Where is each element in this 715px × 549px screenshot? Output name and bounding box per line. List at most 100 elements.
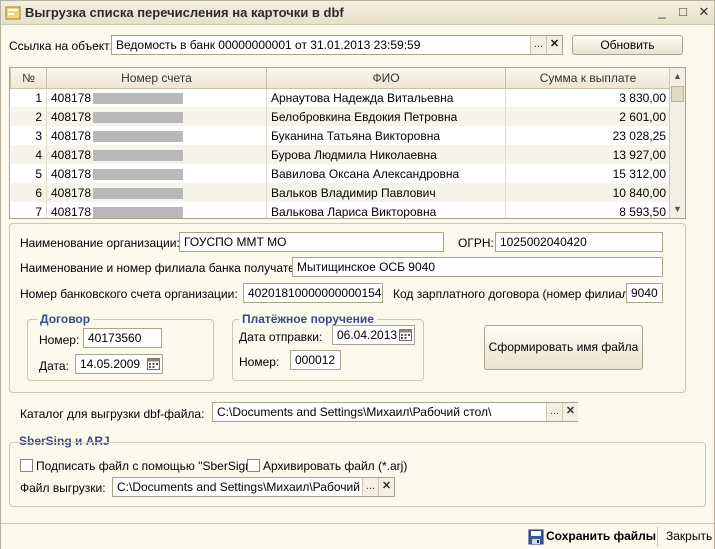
app-icon — [5, 6, 21, 20]
row-fio: Вавилова Оксана Александровна — [266, 164, 506, 183]
close-window-button[interactable]: ✕ — [695, 4, 713, 21]
row-sum: 3 830,00 — [505, 88, 671, 107]
contract-number-field[interactable]: 40173560 — [83, 328, 162, 348]
table-header: № Номер счета ФИО Сумма к выплате — [10, 68, 671, 89]
row-sum: 23 028,25 — [505, 126, 671, 145]
export-file-clear-icon[interactable]: ✕ — [378, 478, 394, 496]
salary-code-value: 9040 — [631, 286, 658, 300]
footer-divider — [657, 527, 658, 547]
export-file-field[interactable]: C:\Documents and Settings\Михаил\Рабочий… — [112, 477, 395, 497]
row-account: 408178 — [46, 183, 267, 202]
row-number: 4 — [10, 145, 47, 164]
col-header-sum[interactable]: Сумма к выплате — [505, 68, 671, 89]
ogrn-value: 1025002040420 — [500, 235, 587, 249]
row-sum: 13 927,00 — [505, 145, 671, 164]
window-title: Выгрузка списка перечисления на карточки… — [25, 5, 344, 20]
link-clear-icon[interactable]: ✕ — [546, 36, 562, 54]
sign-checkbox-label: Подписать файл с помощью "SberSign" — [36, 459, 257, 473]
row-number: 5 — [10, 164, 47, 183]
row-number: 1 — [10, 88, 47, 107]
link-select-button[interactable]: ... — [530, 36, 546, 54]
row-number: 6 — [10, 183, 47, 202]
contract-number-value: 40173560 — [88, 331, 142, 345]
table-row[interactable]: 2 408178 Белобровкина Евдокия Петровна 2… — [10, 107, 671, 126]
row-fio: Бурова Людмила Николаевна — [266, 145, 506, 164]
catalog-select-button[interactable]: ... — [546, 403, 562, 421]
sign-checkbox[interactable] — [20, 459, 33, 472]
row-sum: 8 593,50 — [505, 202, 671, 218]
payment-number-value: 000012 — [295, 353, 336, 367]
contract-title: Договор — [37, 312, 94, 326]
payment-number-field[interactable]: 000012 — [290, 350, 341, 370]
contract-number-label: Номер: — [39, 333, 80, 347]
maximize-button[interactable]: □ — [674, 4, 692, 21]
sber-group — [9, 442, 706, 507]
org-name-value: ГОУСПО ММТ МО — [184, 235, 287, 249]
title-bar: Выгрузка списка перечисления на карточки… — [1, 1, 714, 25]
org-account-label: Номер банковского счета организации: — [20, 287, 238, 301]
table-row[interactable]: 6 408178 Вальков Владимир Павлович 10 84… — [10, 183, 671, 202]
export-file-select-button[interactable]: ... — [362, 478, 378, 496]
calendar-icon[interactable] — [147, 357, 160, 370]
row-account: 408178 — [46, 88, 267, 107]
table-row[interactable]: 3 408178 Буканина Татьяна Викторовна 23 … — [10, 126, 671, 145]
row-account: 408178 — [46, 202, 267, 218]
redacted-block — [93, 93, 184, 105]
ogrn-field[interactable]: 1025002040420 — [495, 232, 663, 252]
refresh-button[interactable]: Обновить — [572, 35, 683, 55]
row-sum: 2 601,00 — [505, 107, 671, 126]
table-row[interactable]: 1 408178 Арнаутова Надежда Витальевна 3 … — [10, 88, 671, 107]
row-sum: 10 840,00 — [505, 183, 671, 202]
catalog-clear-icon[interactable]: ✕ — [562, 403, 578, 421]
close-button[interactable]: Закрыть — [666, 529, 712, 543]
archive-checkbox[interactable] — [247, 459, 260, 472]
salary-code-field[interactable]: 9040 — [626, 283, 663, 303]
payment-table[interactable]: № Номер счета ФИО Сумма к выплате 1 4081… — [9, 67, 686, 219]
org-name-field[interactable]: ГОУСПО ММТ МО — [179, 232, 444, 252]
col-header-number[interactable]: № — [10, 68, 47, 89]
minimize-button[interactable]: _ — [653, 4, 671, 21]
org-account-value: 40201810000000000154 — [248, 286, 382, 300]
col-header-account[interactable]: Номер счета — [46, 68, 267, 89]
redacted-block — [93, 130, 184, 142]
ogrn-label: ОГРН: — [458, 236, 494, 250]
table-row[interactable]: 5 408178 Вавилова Оксана Александровна 1… — [10, 164, 671, 183]
save-files-button[interactable]: Сохранить файлы — [546, 529, 656, 543]
export-file-value: C:\Documents and Settings\Михаил\Рабочий… — [117, 480, 392, 494]
payment-order-title: Платёжное поручение — [239, 312, 377, 326]
table-scrollbar[interactable]: ▲ ▼ — [669, 68, 685, 218]
catalog-label: Каталог для выгрузки dbf-файла: — [20, 407, 205, 421]
row-fio: Белобровкина Евдокия Петровна — [266, 107, 506, 126]
scroll-up-icon[interactable]: ▲ — [673, 71, 682, 81]
link-field[interactable]: Ведомость в банк 00000000001 от 31.01.20… — [111, 35, 563, 55]
row-number: 3 — [10, 126, 47, 145]
table-row[interactable]: 4 408178 Бурова Людмила Николаевна 13 92… — [10, 145, 671, 164]
row-number: 7 — [10, 202, 47, 218]
export-window: Выгрузка списка перечисления на карточки… — [0, 0, 715, 549]
save-icon[interactable] — [528, 529, 544, 545]
bank-branch-label: Наименование и номер филиала банка получ… — [20, 261, 312, 275]
scroll-down-icon[interactable]: ▼ — [673, 204, 682, 214]
export-file-label: Файл выгрузки: — [20, 481, 106, 495]
calendar-icon[interactable] — [399, 328, 412, 341]
col-header-fio[interactable]: ФИО — [266, 68, 506, 89]
row-account: 408178 — [46, 126, 267, 145]
org-account-field[interactable]: 40201810000000000154 — [243, 283, 383, 303]
row-account: 408178 — [46, 107, 267, 126]
row-number: 2 — [10, 107, 47, 126]
payment-date-label: Дата отправки: — [239, 330, 323, 344]
row-fio: Буканина Татьяна Викторовна — [266, 126, 506, 145]
bank-branch-value: Мытищинское ОСБ 9040 — [297, 260, 435, 274]
catalog-field[interactable]: C:\Documents and Settings\Михаил\Рабочий… — [212, 402, 578, 422]
bank-branch-field[interactable]: Мытищинское ОСБ 9040 — [292, 257, 663, 277]
form-filename-button[interactable]: Сформировать имя файла — [484, 325, 643, 370]
row-fio: Арнаутова Надежда Витальевна — [266, 88, 506, 107]
table-row[interactable]: 7 408178 Валькова Лариса Викторовна 8 59… — [10, 202, 671, 218]
link-value: Ведомость в банк 00000000001 от 31.01.20… — [116, 38, 421, 52]
row-fio: Валькова Лариса Викторовна — [266, 202, 506, 218]
row-sum: 15 312,00 — [505, 164, 671, 183]
scroll-thumb[interactable] — [671, 86, 684, 102]
salary-code-label: Код зарплатного договора (номер филиала)… — [393, 287, 643, 301]
payment-number-label: Номер: — [239, 355, 280, 369]
catalog-value: C:\Documents and Settings\Михаил\Рабочий… — [217, 405, 492, 419]
